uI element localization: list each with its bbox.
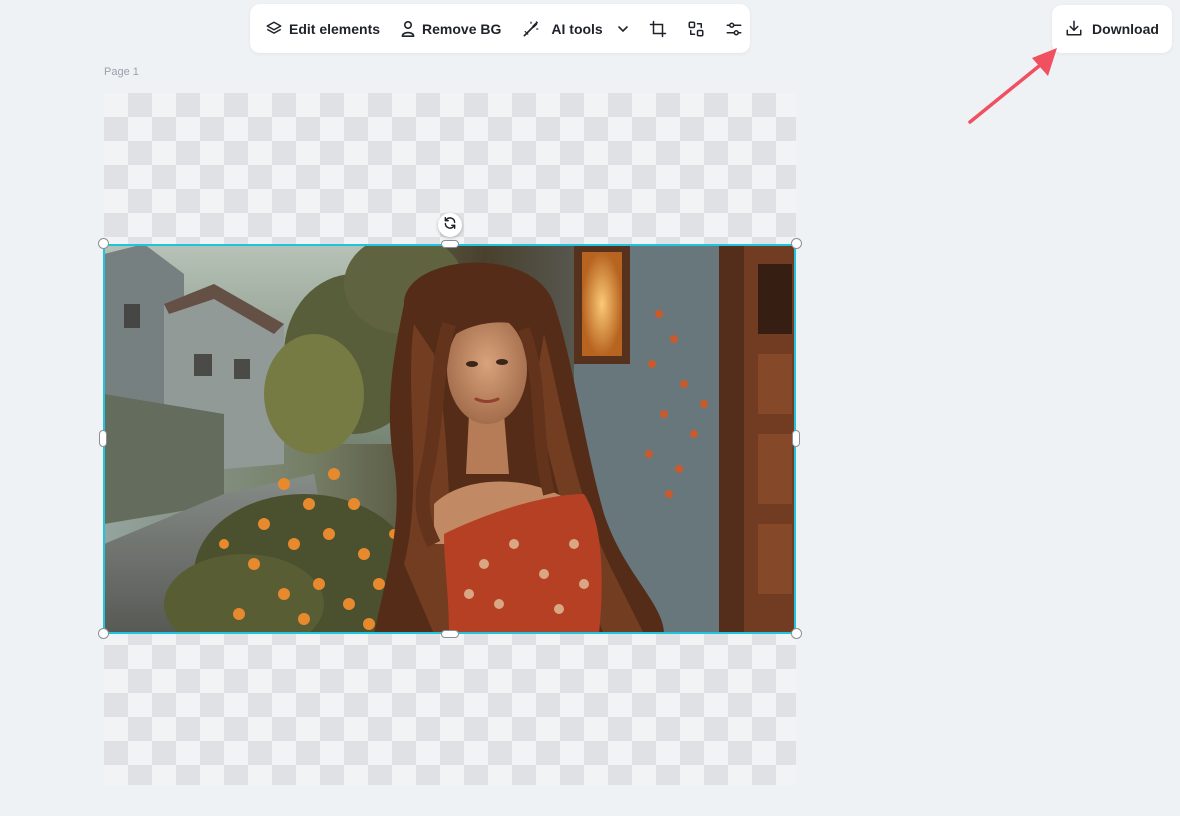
download-icon <box>1065 19 1083 40</box>
ai-tools-label: AI tools <box>551 20 603 37</box>
edit-elements-button[interactable]: Edit elements <box>265 11 380 47</box>
resize-handle-bottom-left[interactable] <box>98 628 109 639</box>
swap-icon <box>687 20 705 38</box>
adjust-button[interactable] <box>719 11 749 47</box>
pointer-arrow-annotation <box>968 48 1057 124</box>
rotate-handle[interactable] <box>438 213 462 237</box>
rotate-icon <box>443 216 457 235</box>
resize-handle-right[interactable] <box>792 430 800 447</box>
adjust-sliders-icon <box>725 20 743 38</box>
editor-stage: Edit elements Remove BG AI tools Downloa… <box>0 0 1180 816</box>
person-icon <box>400 20 416 38</box>
resize-handle-bottom-right[interactable] <box>791 628 802 639</box>
resize-handle-left[interactable] <box>99 430 107 447</box>
ai-tools-button[interactable]: AI tools <box>521 11 628 47</box>
resize-handle-top[interactable] <box>441 240 459 248</box>
download-button[interactable]: Download <box>1052 5 1172 53</box>
crop-button[interactable] <box>643 11 673 47</box>
chevron-down-icon[interactable] <box>617 23 629 35</box>
remove-bg-button[interactable]: Remove BG <box>400 11 501 47</box>
image-toolbar: Edit elements Remove BG AI tools <box>250 4 750 53</box>
selected-photo[interactable] <box>104 244 796 634</box>
download-label: Download <box>1092 21 1159 37</box>
photo-image <box>104 244 796 634</box>
swap-button[interactable] <box>681 11 711 47</box>
edit-elements-label: Edit elements <box>289 20 381 37</box>
resize-handle-bottom[interactable] <box>441 630 459 638</box>
crop-icon <box>649 20 667 38</box>
resize-handle-top-left[interactable] <box>98 238 109 249</box>
magic-wand-icon <box>521 19 541 39</box>
remove-bg-label: Remove BG <box>422 20 502 37</box>
page-label: Page 1 <box>104 66 139 78</box>
resize-handle-top-right[interactable] <box>791 238 802 249</box>
layers-icon <box>265 20 283 38</box>
